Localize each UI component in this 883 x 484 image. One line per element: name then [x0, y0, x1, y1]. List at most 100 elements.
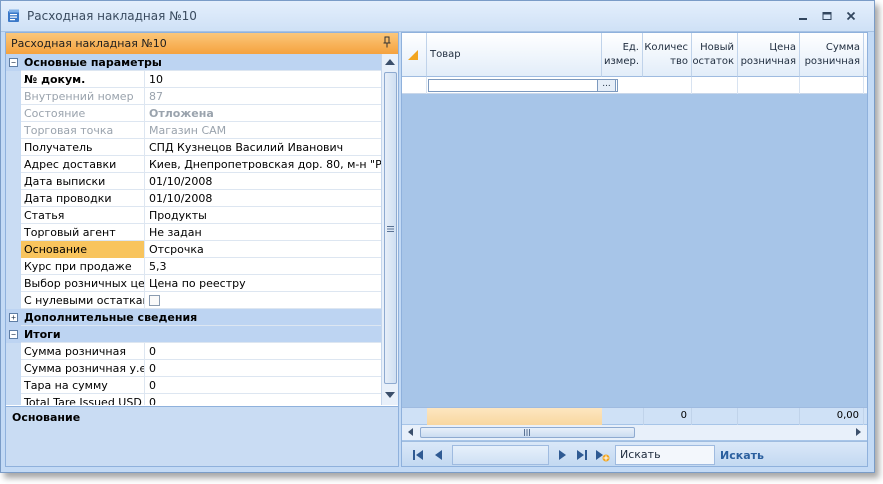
- property-value[interactable]: Отсрочка: [145, 241, 381, 258]
- property-row-doc-number[interactable]: № докум. 10: [6, 71, 381, 88]
- property-row-issue-date[interactable]: Дата выписки 01/10/2008: [6, 173, 381, 190]
- property-value[interactable]: Не задан: [145, 224, 381, 241]
- column-header-retail-price[interactable]: Цена розничная: [738, 33, 800, 77]
- record-navigator: Искать Искать: [402, 441, 867, 466]
- pin-icon[interactable]: [382, 36, 392, 48]
- property-row-tare-sum[interactable]: Тара на сумму 0: [6, 377, 381, 394]
- panel-title: Расходная накладная №10: [11, 37, 167, 50]
- property-row-exchange-rate[interactable]: Курс при продаже 5,3: [6, 258, 381, 275]
- grid-horizontal-scrollbar[interactable]: [402, 425, 867, 440]
- property-value[interactable]: 01/10/2008: [145, 173, 381, 190]
- description-title: Основание: [12, 411, 81, 424]
- property-value[interactable]: СПД Кузнецов Василий Иванович: [145, 139, 381, 156]
- search-button[interactable]: Искать: [720, 449, 764, 462]
- expand-icon[interactable]: +: [9, 313, 18, 322]
- product-lookup-button[interactable]: ...: [597, 79, 616, 92]
- property-value[interactable]: Продукты: [145, 207, 381, 224]
- properties-panel-header: Расходная накладная №10: [6, 33, 398, 54]
- property-name: № докум.: [21, 71, 145, 88]
- description-box: Основание: [6, 406, 398, 466]
- properties-panel: Расходная накладная №10 − Основные парам…: [5, 32, 399, 467]
- property-row-zero-stock[interactable]: С нулевыми остатками: [6, 292, 381, 309]
- property-name: Курс при продаже: [21, 258, 145, 275]
- scrollbar-thumb[interactable]: [384, 72, 397, 384]
- property-value[interactable]: 01/10/2008: [145, 190, 381, 207]
- scroll-down-icon[interactable]: [385, 392, 395, 398]
- property-name: Адрес доставки: [21, 156, 145, 173]
- property-value: 0: [149, 379, 156, 392]
- property-name: Внутренний номер: [21, 88, 145, 105]
- grid-footer-totals: 0 0,00: [402, 407, 867, 425]
- title-bar: Расходная накладная №10: [1, 1, 874, 32]
- record-position-input[interactable]: [452, 445, 549, 465]
- next-record-icon[interactable]: [554, 447, 570, 463]
- scroll-left-icon[interactable]: [406, 427, 416, 437]
- property-row-recipient[interactable]: Получатель СПД Кузнецов Василий Иванович: [6, 139, 381, 156]
- property-name: С нулевыми остатками: [21, 292, 145, 309]
- property-row-retail-sum[interactable]: Сумма розничная 0: [6, 343, 381, 360]
- category-additional[interactable]: + Дополнительные сведения: [6, 309, 381, 326]
- new-record-icon[interactable]: [594, 447, 610, 463]
- scrollbar-thumb[interactable]: [420, 427, 635, 438]
- property-name: Total Tare Issued USD: [21, 394, 145, 405]
- property-row-posting-date[interactable]: Дата проводки 01/10/2008: [6, 190, 381, 207]
- property-row-total-tare-usd[interactable]: Total Tare Issued USD 0: [6, 394, 381, 405]
- window-title: Расходная накладная №10: [27, 9, 197, 23]
- property-row-basis[interactable]: Основание Отсрочка: [6, 241, 381, 258]
- property-name: Состояние: [21, 105, 145, 122]
- collapse-icon[interactable]: −: [9, 330, 18, 339]
- grid-corner-cell[interactable]: [402, 33, 427, 77]
- property-row-outlet[interactable]: Торговая точка Магазин САМ: [6, 122, 381, 139]
- category-label: Дополнительные сведения: [24, 311, 198, 324]
- collapse-icon[interactable]: −: [9, 58, 18, 67]
- property-row-article[interactable]: Статья Продукты: [6, 207, 381, 224]
- property-value[interactable]: 5,3: [145, 258, 381, 275]
- close-button[interactable]: [842, 7, 860, 25]
- column-header-new-balance[interactable]: Новый остаток: [692, 33, 738, 77]
- product-filter-input[interactable]: [428, 79, 618, 92]
- property-value[interactable]: [145, 292, 381, 309]
- property-value[interactable]: 10: [145, 71, 381, 88]
- category-totals[interactable]: − Итоги: [6, 326, 381, 343]
- property-value: 0: [149, 362, 156, 375]
- column-header-quantity[interactable]: Количес тво: [643, 33, 692, 77]
- property-value: 87: [149, 90, 163, 103]
- property-name: Тара на сумму: [21, 377, 145, 394]
- property-name: Торговая точка: [21, 122, 145, 139]
- first-record-icon[interactable]: [410, 447, 426, 463]
- scroll-up-icon[interactable]: [385, 59, 395, 65]
- property-name: Статья: [21, 207, 145, 224]
- property-row-retail-sum-ue[interactable]: Сумма розничная у.е. 0: [6, 360, 381, 377]
- column-header-retail-sum[interactable]: Сумма розничная: [800, 33, 864, 77]
- grip-icon: [387, 226, 394, 232]
- property-value[interactable]: Цена по реестру: [145, 275, 381, 292]
- last-record-icon[interactable]: [574, 447, 590, 463]
- property-grid-scrollbar[interactable]: [381, 54, 398, 405]
- column-header-unit[interactable]: Ед. измер.: [602, 33, 643, 77]
- category-main[interactable]: − Основные параметры: [6, 54, 381, 71]
- minimize-icon: [799, 18, 807, 20]
- main-window: Расходная накладная №10 Расходная наклад…: [0, 0, 875, 473]
- property-row-state[interactable]: Состояние Отложена: [6, 105, 381, 122]
- property-row-delivery-address[interactable]: Адрес доставки Киев, Днепропетровская до…: [6, 156, 381, 173]
- previous-record-icon[interactable]: [431, 447, 447, 463]
- search-input[interactable]: Искать: [615, 445, 715, 465]
- scroll-right-icon[interactable]: [853, 427, 863, 437]
- property-value: 0: [149, 345, 156, 358]
- zero-stock-checkbox[interactable]: [149, 295, 160, 306]
- footer-sum-total: 0,00: [800, 408, 864, 425]
- minimize-button[interactable]: [794, 7, 812, 25]
- category-label: Основные параметры: [24, 56, 162, 69]
- property-value: Отложена: [149, 107, 214, 120]
- document-app-icon: [8, 9, 19, 22]
- property-row-internal-number[interactable]: Внутренний номер 87: [6, 88, 381, 105]
- property-row-retail-price-choice[interactable]: Выбор розничных цен Цена по реестру: [6, 275, 381, 292]
- maximize-button[interactable]: [818, 7, 836, 25]
- property-value[interactable]: Киев, Днепропетровская дор. 80, м-н "Рад…: [145, 156, 381, 173]
- filter-row: ...: [402, 77, 867, 94]
- property-name: Торговый агент: [21, 224, 145, 241]
- column-header-product[interactable]: Товар: [427, 33, 602, 77]
- close-icon: [846, 11, 856, 21]
- property-row-sales-agent[interactable]: Торговый агент Не задан: [6, 224, 381, 241]
- property-name: Сумма розничная: [21, 343, 145, 360]
